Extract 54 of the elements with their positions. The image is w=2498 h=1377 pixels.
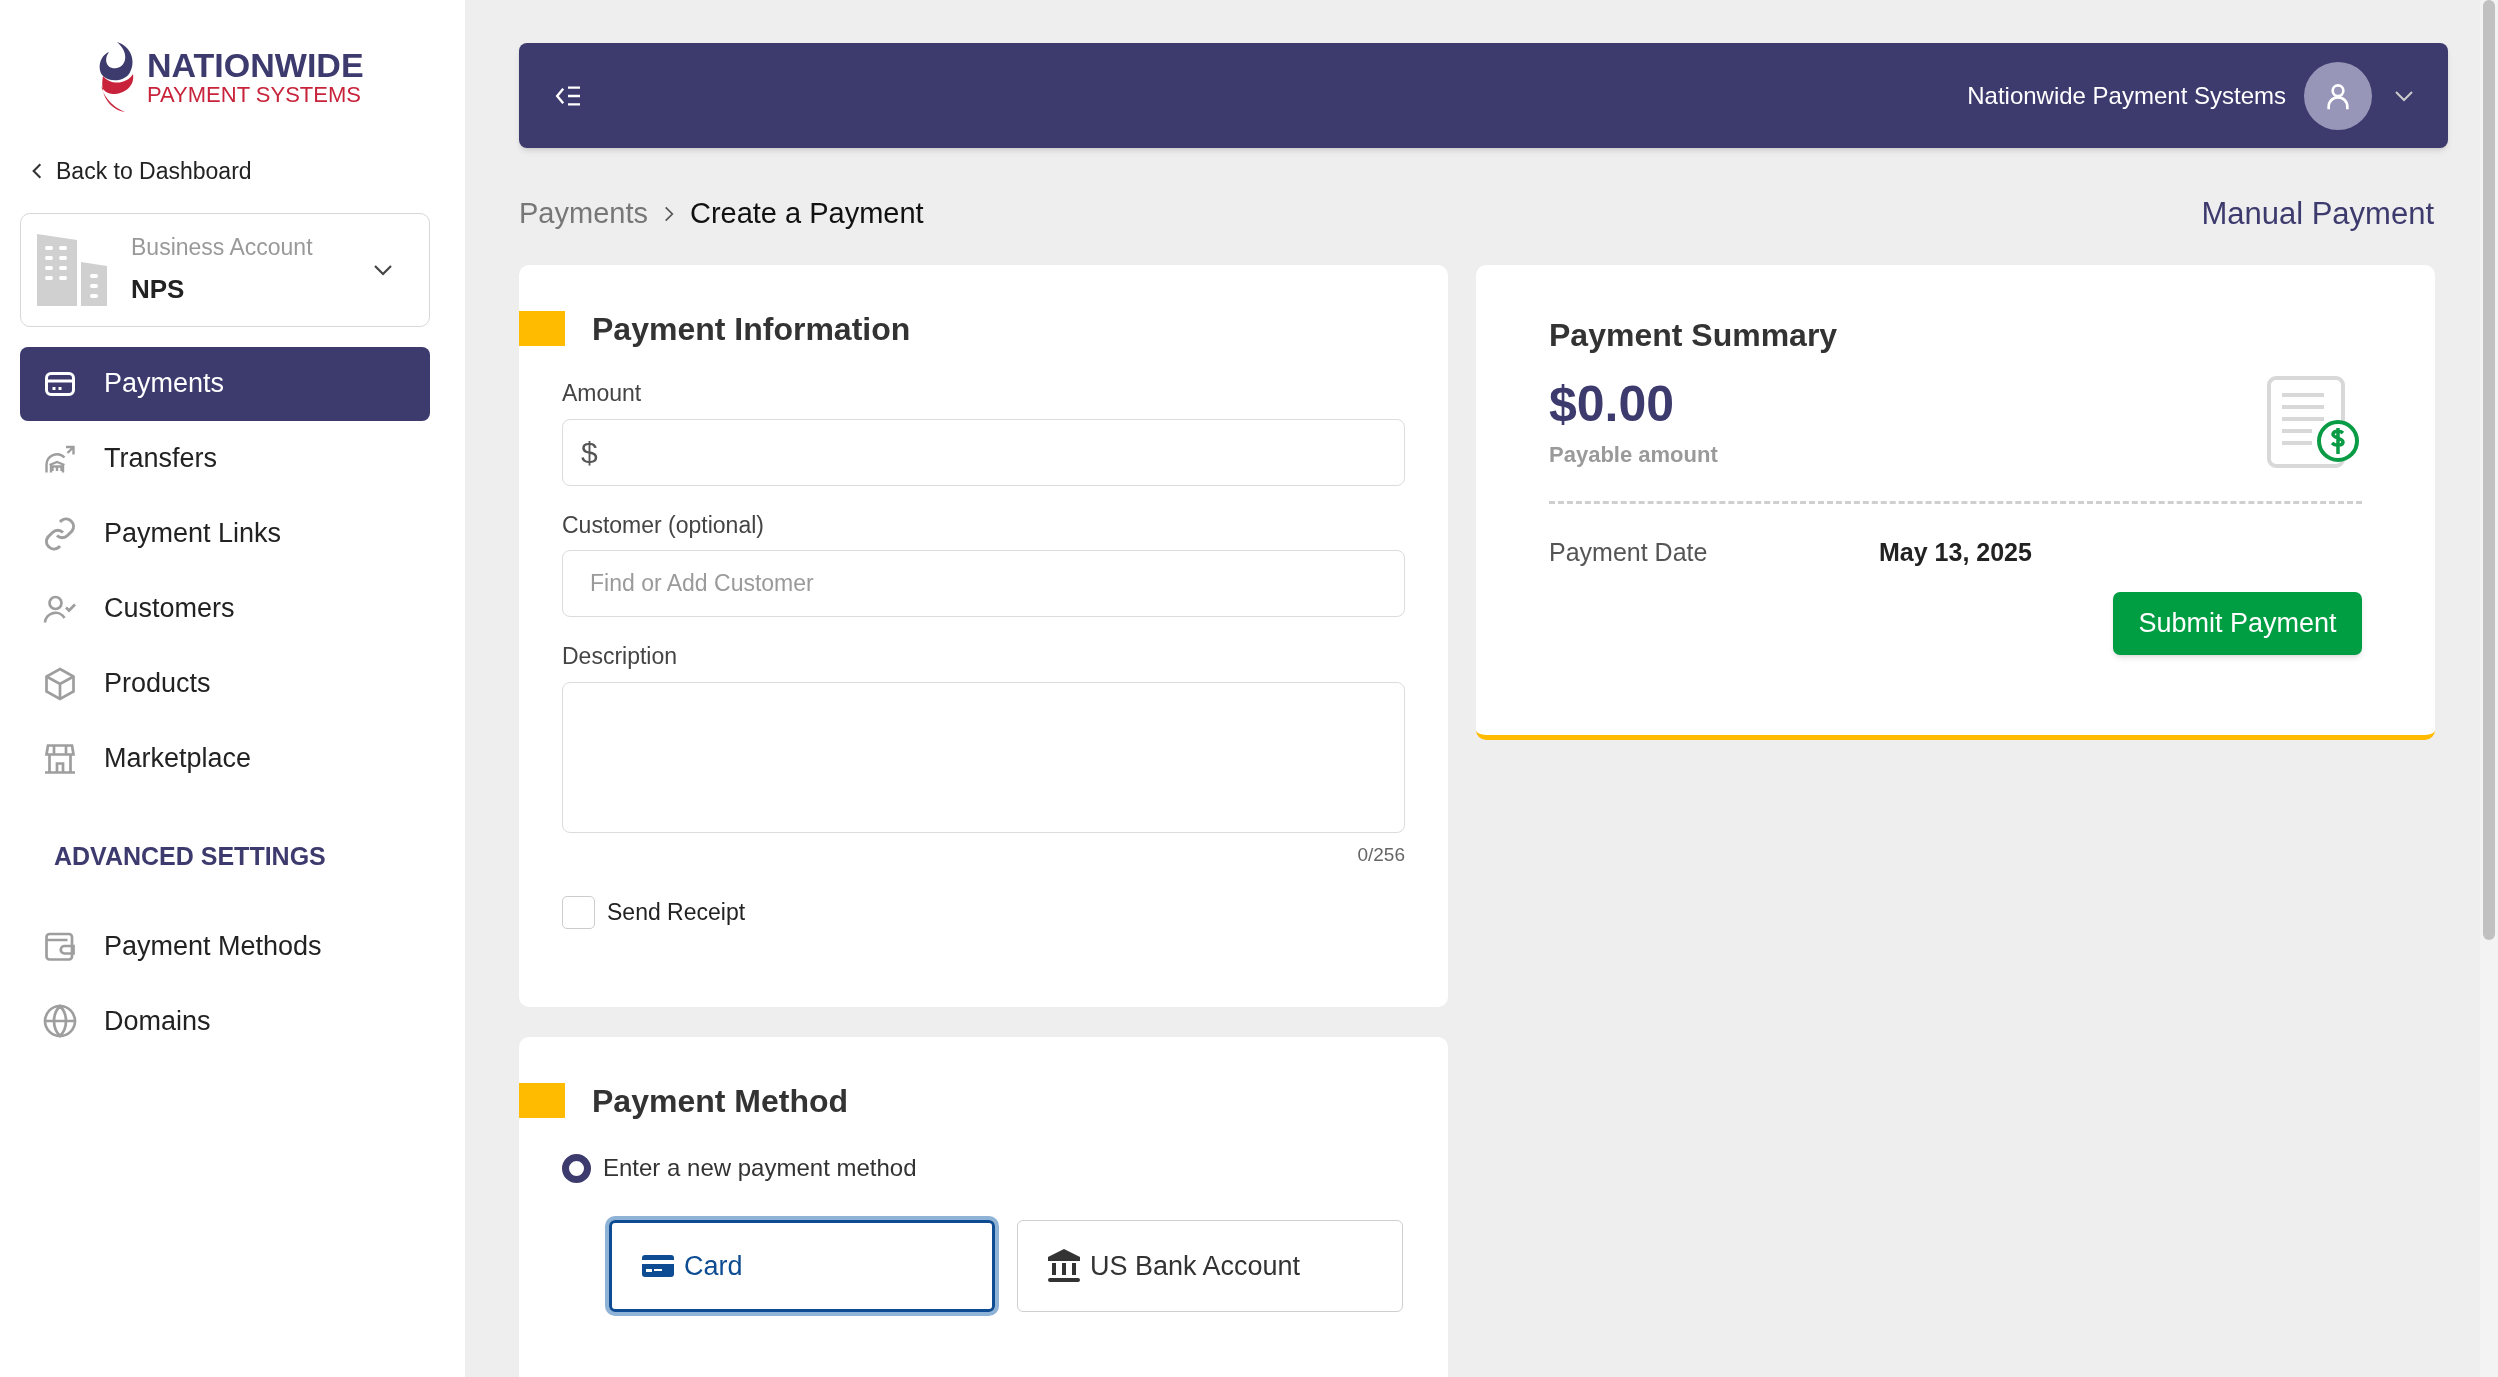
card-icon (642, 1255, 674, 1277)
radio-label: Enter a new payment method (603, 1153, 917, 1183)
account-selector[interactable]: Business Account NPS (20, 212, 430, 327)
submit-payment-button[interactable]: Submit Payment (2113, 591, 2362, 655)
nav-item[interactable]: Payments (20, 346, 430, 421)
chevron-down-icon[interactable] (2394, 89, 2414, 102)
section-marker (519, 311, 565, 346)
description-field[interactable] (562, 681, 1405, 833)
back-link[interactable]: Back to Dashboard (32, 154, 252, 189)
section-heading: ADVANCED SETTINGS (54, 840, 326, 872)
chevron-down-icon (373, 263, 393, 276)
radio-button[interactable] (562, 1153, 591, 1183)
bank-icon (1048, 1249, 1080, 1283)
card-title: Payment Summary (1549, 316, 1839, 355)
payment-date: May 13, 2025 (1879, 537, 2032, 568)
amount-caption: Payable amount (1549, 440, 1718, 469)
globe-icon (42, 1003, 78, 1039)
field-label: Amount (562, 379, 643, 408)
nav-item[interactable]: Marketplace (20, 721, 430, 796)
chevron-left-icon (32, 162, 42, 181)
box-icon (42, 665, 78, 702)
logo-tagline: PAYMENT SYSTEMS (147, 84, 362, 106)
nav-item[interactable]: Payment Methods (20, 909, 430, 983)
logo-wordmark: NATIONWIDE (147, 48, 364, 82)
field-label: Description (562, 642, 679, 671)
breadcrumb-current: Create a Payment (689, 196, 924, 232)
amount-field[interactable]: $ (562, 418, 1405, 486)
account-name: NPS (131, 273, 186, 307)
nav-item[interactable]: Payment Links (20, 496, 430, 571)
customer-search-field[interactable]: Find or Add Customer (562, 550, 1405, 617)
character-counter: 0/256 (1357, 842, 1405, 867)
checkbox[interactable] (562, 895, 595, 929)
payment-type-tab[interactable]: US Bank Account (1017, 1220, 1403, 1312)
field-label: Customer (optional) (562, 510, 765, 540)
section-marker (519, 1083, 565, 1118)
building-icon (35, 233, 107, 306)
scrollbar[interactable] (2480, 0, 2498, 1377)
nav-item[interactable]: Products (20, 646, 430, 721)
card-title: Payment Method (592, 1081, 849, 1121)
account-label: Business Account (131, 232, 314, 262)
breadcrumb-link[interactable]: Payments (519, 192, 648, 236)
page-mode-title: Manual Payment (2201, 194, 2434, 233)
card-title: Payment Information (592, 309, 911, 349)
invoice-icon (2266, 375, 2362, 471)
payable-amount: $0.00 (1549, 375, 1676, 434)
link-icon (42, 515, 78, 552)
company-name: Nationwide Payment Systems (1967, 80, 2286, 111)
nav-item[interactable]: Transfers (20, 421, 430, 496)
nav-item[interactable]: Customers (20, 571, 430, 646)
checkbox-label: Send Receipt (607, 898, 746, 927)
collapse-menu-icon[interactable] (553, 83, 583, 108)
nav-item[interactable]: Domains (20, 984, 430, 1058)
chevron-right-icon (663, 205, 674, 223)
date-label: Payment Date (1549, 537, 1709, 568)
